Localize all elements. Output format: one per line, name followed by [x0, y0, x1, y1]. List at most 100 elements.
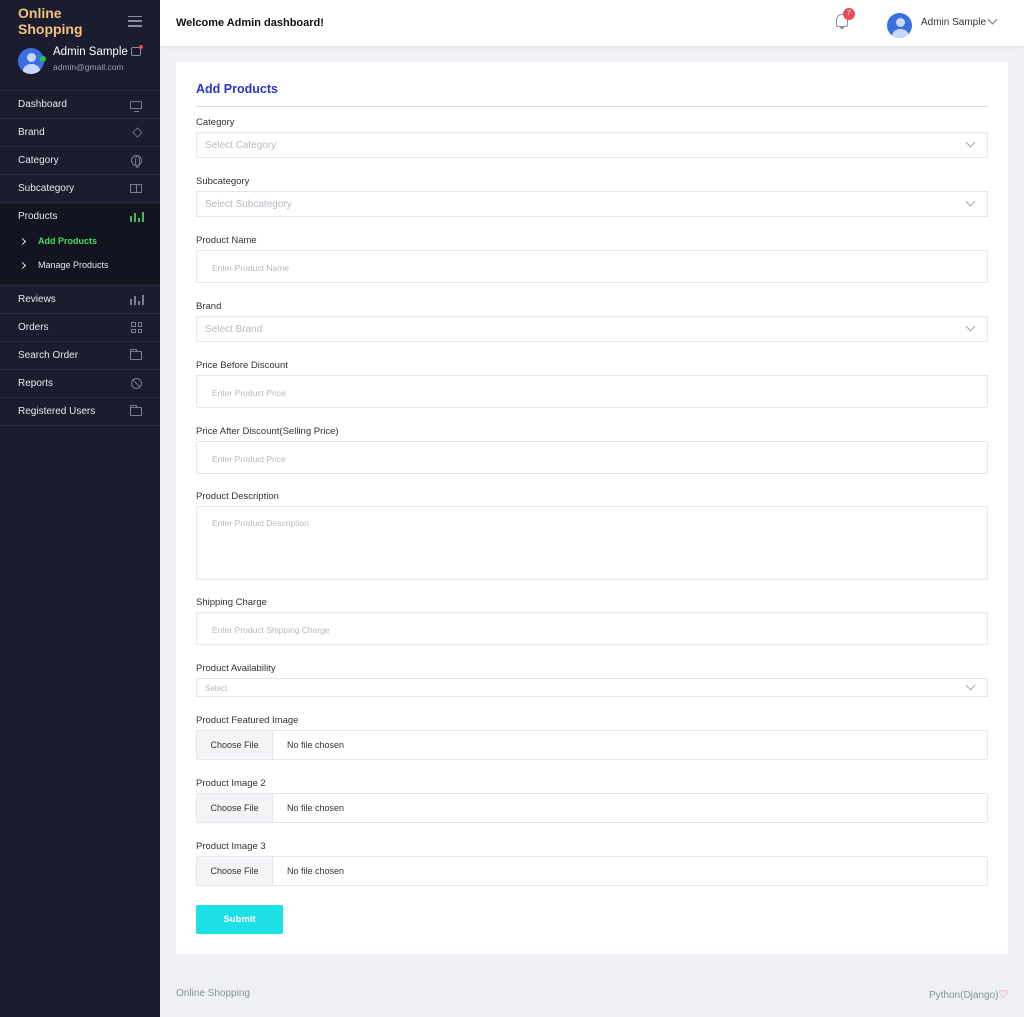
- header-user-name[interactable]: Admin Sample: [921, 17, 986, 28]
- folder-icon: [130, 349, 142, 360]
- description-placeholder: Enter Product Description: [212, 518, 309, 528]
- profile-text: Admin Sample admin@gmail.com: [53, 46, 128, 72]
- description-textarea[interactable]: Enter Product Description: [196, 506, 988, 580]
- sidebar-item-label: Products: [18, 210, 58, 222]
- subcategory-select[interactable]: Select Subcategory: [196, 191, 988, 217]
- chevron-down-icon: [965, 680, 976, 691]
- price-before-placeholder: Enter Product Price: [212, 388, 286, 398]
- chevron-down-icon: [965, 321, 976, 332]
- sidebar-item-label: Reports: [18, 378, 54, 389]
- layers-icon: [132, 127, 143, 138]
- footer-credit-text: Python(Django): [929, 990, 999, 1001]
- sidebar-item-reports[interactable]: Reports: [0, 370, 160, 398]
- sidebar-item-category[interactable]: Category: [0, 147, 160, 175]
- sidebar-item-orders[interactable]: Orders: [0, 314, 160, 342]
- shipping-input[interactable]: Enter Product Shipping Charge: [196, 612, 988, 645]
- sidebar-nav: Dashboard Brand Category Subcategory Pro…: [0, 90, 160, 426]
- sidebar-item-registered-users[interactable]: Registered Users: [0, 398, 160, 426]
- sidebar-item-label: Orders: [18, 322, 49, 333]
- category-select[interactable]: Select Category: [196, 132, 988, 158]
- sidebar-item-label: Subcategory: [18, 183, 75, 194]
- add-products-card: Add Products Category Select Category Su…: [176, 62, 1008, 954]
- book-icon: [130, 184, 142, 193]
- welcome-text: Welcome Admin dashboard!: [176, 17, 324, 29]
- file-status: No file chosen: [287, 740, 345, 750]
- sidebar-item-reviews[interactable]: Reviews: [0, 286, 160, 314]
- monitor-icon: [130, 100, 142, 112]
- shipping-placeholder: Enter Product Shipping Charge: [212, 625, 330, 635]
- submenu-item-label: Manage Products: [38, 260, 109, 270]
- sidebar-item-subcategory[interactable]: Subcategory: [0, 175, 160, 203]
- divider: [196, 106, 988, 107]
- price-before-label: Price Before Discount: [196, 360, 288, 371]
- notification-badge: 7: [843, 8, 855, 20]
- chevron-right-icon: [18, 261, 27, 269]
- submenu-item-manage-products[interactable]: Manage Products: [0, 253, 160, 277]
- bar-chart-icon: [130, 211, 144, 222]
- availability-label: Product Availability: [196, 663, 276, 674]
- ban-icon: [131, 378, 142, 389]
- products-submenu: Add Products Manage Products: [0, 229, 160, 286]
- chevron-down-icon: [965, 137, 976, 148]
- category-label: Category: [196, 117, 235, 128]
- chevron-down-icon[interactable]: [987, 14, 998, 25]
- brand-select[interactable]: Select Brand: [196, 316, 988, 342]
- choose-file-button[interactable]: Choose File: [197, 794, 273, 822]
- brand-title[interactable]: Online Shopping: [18, 5, 128, 37]
- chevron-down-icon: [965, 196, 976, 207]
- price-before-input[interactable]: Enter Product Price: [196, 375, 988, 408]
- availability-select[interactable]: Select: [196, 678, 988, 697]
- footer-brand: Online Shopping: [176, 988, 250, 999]
- file-status: No file chosen: [287, 803, 345, 813]
- sidebar-item-label: Dashboard: [18, 99, 67, 110]
- header-avatar[interactable]: [887, 13, 912, 38]
- file-status: No file chosen: [287, 866, 345, 876]
- profile-email: admin@gmail.com: [53, 62, 124, 72]
- product-name-label: Product Name: [196, 235, 257, 246]
- image-2-label: Product Image 2: [196, 778, 266, 789]
- heart-icon: ♡: [998, 989, 1009, 1001]
- footer-credit: Python(Django)♡: [929, 988, 1008, 1001]
- image-2-input[interactable]: Choose File No file chosen: [196, 793, 988, 823]
- sidebar-item-search-order[interactable]: Search Order: [0, 342, 160, 370]
- bar-chart-icon: [130, 294, 144, 305]
- price-after-placeholder: Enter Product Price: [212, 454, 286, 464]
- sidebar-item-label: Search Order: [18, 350, 79, 361]
- shipping-label: Shipping Charge: [196, 597, 267, 608]
- chevron-right-icon: [18, 237, 27, 245]
- sidebar-item-brand[interactable]: Brand: [0, 119, 160, 147]
- description-label: Product Description: [196, 491, 279, 502]
- page-title: Add Products: [196, 82, 278, 96]
- chat-icon[interactable]: [131, 45, 143, 56]
- price-after-input[interactable]: Enter Product Price: [196, 441, 988, 474]
- featured-image-input[interactable]: Choose File No file chosen: [196, 730, 988, 760]
- product-name-placeholder: Enter Product Name: [212, 263, 290, 273]
- sidebar-item-label: Category: [18, 155, 59, 166]
- brand-row: Online Shopping: [0, 0, 160, 42]
- sidebar-item-label: Brand: [18, 127, 45, 138]
- submit-button[interactable]: Submit: [196, 905, 283, 934]
- choose-file-button[interactable]: Choose File: [197, 857, 273, 885]
- sidebar: Online Shopping Admin Sample admin@gmail…: [0, 0, 160, 1017]
- subcategory-select-value: Select Subcategory: [205, 199, 292, 210]
- profile-name: Admin Sample: [53, 46, 128, 58]
- choose-file-button[interactable]: Choose File: [197, 731, 273, 759]
- availability-select-value: Select: [205, 684, 228, 693]
- brand-select-value: Select Brand: [205, 324, 263, 335]
- brand-label: Brand: [196, 301, 222, 312]
- grid-icon: [131, 322, 142, 333]
- price-after-label: Price After Discount(Selling Price): [196, 426, 339, 437]
- featured-image-label: Product Featured Image: [196, 715, 299, 726]
- sidebar-item-products[interactable]: Products: [0, 203, 160, 229]
- folder-icon: [130, 405, 142, 416]
- sidebar-item-label: Reviews: [18, 294, 56, 305]
- sidebar-item-dashboard[interactable]: Dashboard: [0, 91, 160, 119]
- hamburger-menu-icon[interactable]: [128, 15, 142, 27]
- top-header: Welcome Admin dashboard! 7 Admin Sample: [160, 0, 1024, 46]
- image-3-input[interactable]: Choose File No file chosen: [196, 856, 988, 886]
- globe-icon: [131, 155, 142, 168]
- submenu-item-label: Add Products: [38, 236, 98, 246]
- submenu-item-add-products[interactable]: Add Products: [0, 229, 160, 253]
- sidebar-item-label: Registered Users: [18, 406, 96, 417]
- product-name-input[interactable]: Enter Product Name: [196, 250, 988, 283]
